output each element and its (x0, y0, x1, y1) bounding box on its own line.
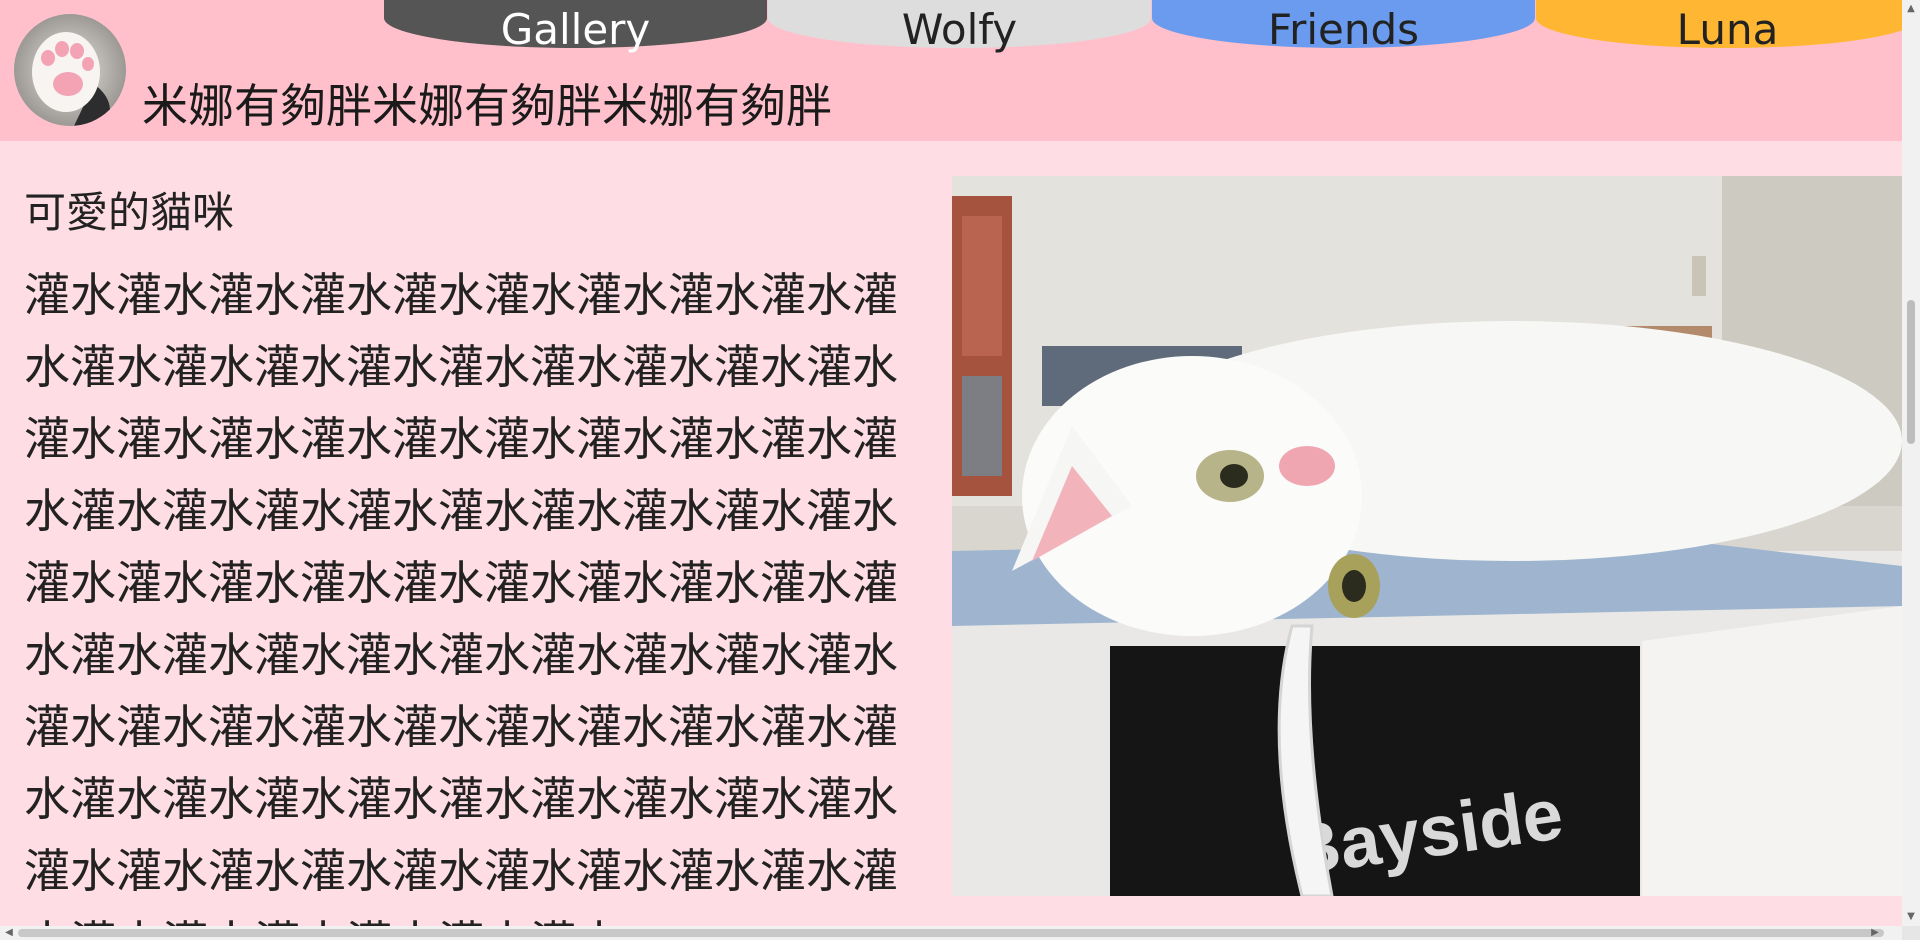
vertical-scrollbar[interactable]: ▲ ▼ (1902, 0, 1920, 926)
vertical-scroll-thumb[interactable] (1907, 300, 1915, 444)
body-text: 灌水灌水灌水灌水灌水灌水灌水灌水灌水灌水灌水灌水灌水灌水灌水灌水灌水灌水灌水灌水… (24, 268, 898, 926)
tab-gallery-label: Gallery (500, 5, 651, 54)
section-title: 可愛的貓咪 (24, 188, 235, 237)
tab-gallery[interactable]: Gallery (384, 0, 767, 54)
site-title: 米娜有夠胖米娜有夠胖米娜有夠胖 (142, 79, 832, 133)
main-content: 可愛的貓咪 灌水灌水灌水灌水灌水灌水灌水灌水灌水灌水灌水灌水灌水灌水灌水灌水灌水… (0, 141, 1902, 926)
scroll-right-arrow-icon[interactable]: ▶ (1870, 928, 1880, 938)
tab-friends-label: Friends (1267, 5, 1420, 54)
cat-photo: Bayside (952, 176, 1902, 896)
tab-friends[interactable]: Friends (1152, 0, 1535, 54)
horizontal-scrollbar[interactable]: ◀ ▶ (0, 926, 1902, 940)
tab-luna[interactable]: Luna (1536, 0, 1919, 54)
tab-wolfy[interactable]: Wolfy (768, 0, 1151, 54)
tab-luna-label: Luna (1676, 5, 1779, 54)
cat-paw-icon (14, 14, 126, 126)
scroll-down-arrow-icon[interactable]: ▼ (1906, 912, 1916, 922)
scrollbar-corner (1902, 926, 1920, 940)
scroll-left-arrow-icon[interactable]: ◀ (4, 928, 14, 938)
tab-wolfy-label: Wolfy (901, 5, 1018, 54)
site-header: 米娜有夠胖米娜有夠胖米娜有夠胖 Gallery Wolfy Friends Lu… (0, 0, 1919, 141)
nav-tabs: Gallery Wolfy Friends Luna (384, 0, 1920, 54)
horizontal-scroll-thumb[interactable] (18, 929, 1884, 937)
scroll-up-arrow-icon[interactable]: ▲ (1906, 4, 1916, 14)
avatar[interactable] (14, 14, 126, 126)
